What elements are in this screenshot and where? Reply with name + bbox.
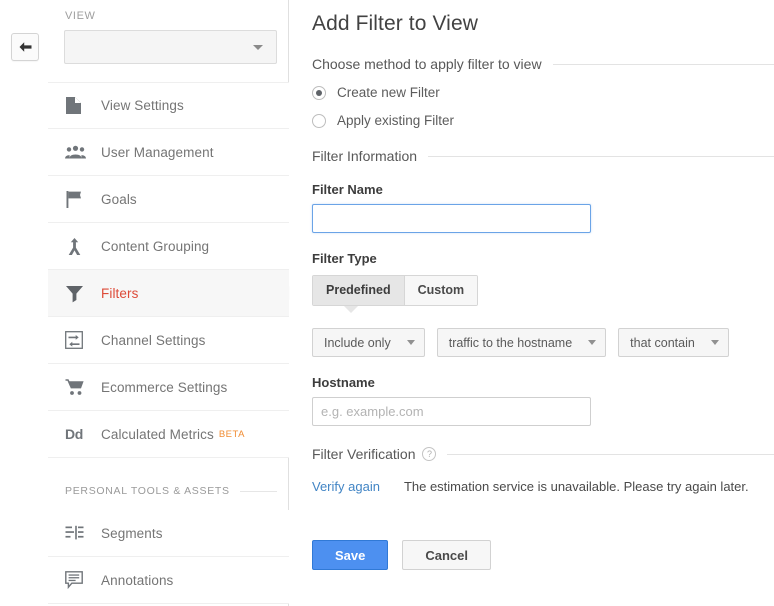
filter-predicate-dropdowns: Include only traffic to the hostname tha… <box>312 328 774 357</box>
sidebar-item-label: Ecommerce Settings <box>101 379 228 395</box>
section-rule <box>447 453 774 455</box>
filter-information-header: Filter Information <box>312 148 774 164</box>
verification-message: The estimation service is unavailable. P… <box>403 479 749 494</box>
hostname-input[interactable] <box>312 397 591 426</box>
sidebar-item-label: Calculated Metrics <box>101 426 214 442</box>
filter-name-input[interactable] <box>312 204 591 233</box>
filter-information-title: Filter Information <box>312 148 418 164</box>
filter-verification-title: Filter Verification <box>312 446 416 462</box>
sidebar-item-annotations[interactable]: Annotations <box>48 557 289 604</box>
sidebar-item-label: Content Grouping <box>101 238 210 254</box>
sidebar-item-channel-settings[interactable]: Channel Settings <box>48 317 289 364</box>
admin-page: VIEW View Settings User Management Goals… <box>0 0 774 606</box>
personal-tools-section-header: PERSONAL TOOLS & ASSETS <box>48 472 289 510</box>
tab-custom[interactable]: Custom <box>404 276 478 305</box>
filter-type-tabs: Predefined Custom <box>312 275 479 313</box>
chevron-down-icon <box>406 340 415 345</box>
view-select[interactable] <box>64 30 277 64</box>
sidebar-item-user-management[interactable]: User Management <box>48 129 289 176</box>
merge-arrows-icon <box>65 237 95 256</box>
method-section-title: Choose method to apply filter to view <box>312 56 542 72</box>
filter-type-label: Filter Type <box>312 251 377 266</box>
flag-icon <box>65 190 95 209</box>
dropdown-value: traffic to the hostname <box>448 335 573 350</box>
section-title: PERSONAL TOOLS & ASSETS <box>65 485 230 497</box>
sidebar-item-label: Annotations <box>101 572 174 588</box>
section-rule <box>552 63 774 65</box>
form-actions: Save Cancel <box>312 540 774 570</box>
radio-label: Apply existing Filter <box>337 113 455 128</box>
tab-predefined[interactable]: Predefined <box>313 276 405 305</box>
sidebar-item-label: User Management <box>101 144 214 160</box>
section-rule <box>239 490 277 492</box>
shopping-cart-icon <box>65 378 95 396</box>
dropdown-value: that contain <box>630 335 695 350</box>
dd-text-icon: Dd <box>65 426 84 442</box>
segments-icon <box>65 525 95 541</box>
sidebar-item-calculated-metrics[interactable]: Dd Calculated Metrics BETA <box>48 411 289 458</box>
dropdown-filter-match[interactable]: that contain <box>618 328 729 357</box>
sidebar-item-label: Filters <box>101 285 139 301</box>
sidebar: VIEW View Settings User Management Goals… <box>48 0 296 606</box>
radio-apply-existing-filter[interactable]: Apply existing Filter <box>312 113 774 128</box>
radio-icon[interactable] <box>312 85 326 100</box>
chevron-down-icon <box>588 340 597 345</box>
page-title: Add Filter to View <box>312 12 478 35</box>
sidebar-item-filters[interactable]: Filters <box>48 270 296 317</box>
sidebar-item-segments[interactable]: Segments <box>48 510 289 557</box>
chevron-down-icon <box>253 45 263 50</box>
beta-badge: BETA <box>218 428 245 440</box>
sidebar-item-view-settings[interactable]: View Settings <box>48 82 289 129</box>
people-icon <box>65 145 95 160</box>
verification-status-row: Verify again The estimation service is u… <box>312 479 774 494</box>
save-button[interactable]: Save <box>312 540 389 570</box>
dropdown-value: Include only <box>324 335 391 350</box>
sidebar-nav: View Settings User Management Goals Cont… <box>48 82 296 604</box>
cancel-button[interactable]: Cancel <box>402 540 492 570</box>
radio-label: Create new Filter <box>337 85 440 100</box>
funnel-icon <box>65 284 95 303</box>
annotations-icon <box>65 571 95 589</box>
sidebar-item-label: Goals <box>101 191 137 207</box>
dropdown-filter-field[interactable]: traffic to the hostname <box>436 328 607 357</box>
filter-verification-header: Filter Verification ? <box>312 446 774 462</box>
verify-again-link[interactable]: Verify again <box>312 479 380 494</box>
sidebar-item-goals[interactable]: Goals <box>48 176 289 223</box>
sidebar-item-label: View Settings <box>101 98 184 113</box>
help-icon[interactable]: ? <box>422 447 437 461</box>
back-button[interactable] <box>11 33 39 61</box>
sidebar-item-content-grouping[interactable]: Content Grouping <box>48 223 289 270</box>
back-arrow-icon <box>18 41 33 54</box>
tab-indicator-arrow <box>344 306 358 313</box>
channel-box-icon <box>65 331 95 349</box>
dropdown-filter-action[interactable]: Include only <box>312 328 425 357</box>
chevron-down-icon <box>710 340 719 345</box>
radio-icon[interactable] <box>312 113 326 128</box>
sidebar-item-label: Segments <box>101 525 163 541</box>
hostname-label: Hostname <box>312 375 375 390</box>
radio-create-new-filter[interactable]: Create new Filter <box>312 85 774 100</box>
document-icon <box>65 96 95 115</box>
sidebar-item-ecommerce-settings[interactable]: Ecommerce Settings <box>48 364 289 411</box>
view-label: VIEW <box>65 10 96 22</box>
method-section-header: Choose method to apply filter to view <box>312 56 774 72</box>
main-panel: Add Filter to View Choose method to appl… <box>290 0 774 606</box>
filter-name-label: Filter Name <box>312 182 383 197</box>
sidebar-item-label: Channel Settings <box>101 332 206 348</box>
section-rule <box>428 155 774 157</box>
